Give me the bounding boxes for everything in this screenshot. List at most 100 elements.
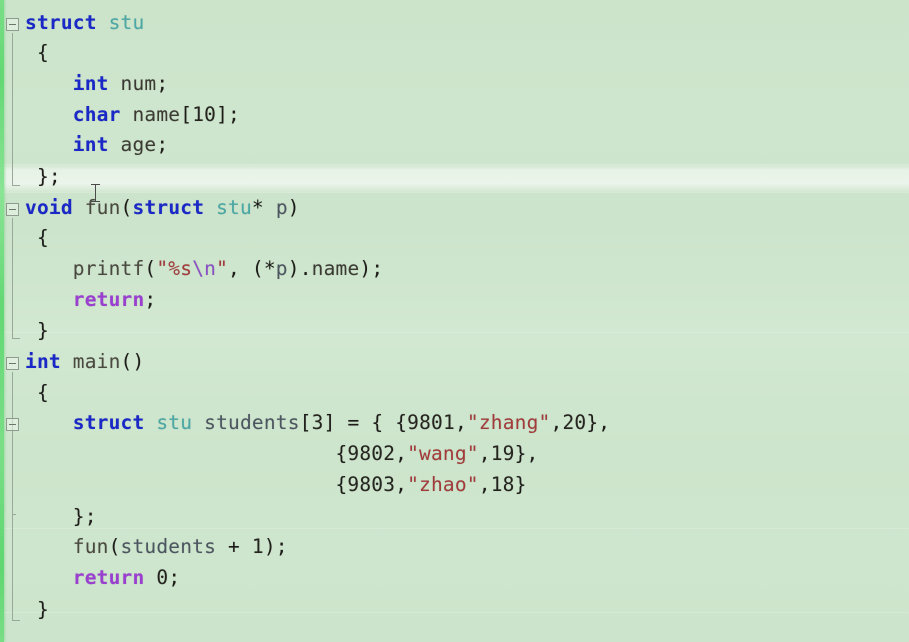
code-token: fun [84, 196, 121, 219]
code-token: 0 [156, 566, 169, 589]
code-line-20[interactable]: } [25, 599, 49, 621]
code-token: , [478, 473, 491, 496]
code-token: "%s [156, 257, 193, 280]
code-line-8[interactable]: { [25, 227, 49, 249]
code-token: stu [156, 411, 193, 434]
code-line-17[interactable]: }; [25, 506, 97, 528]
code-token: ); [263, 535, 288, 558]
code-token: 19 [490, 442, 515, 465]
code-token: }; [25, 165, 61, 188]
code-token: 3 [311, 411, 324, 434]
code-token: num [120, 72, 157, 95]
code-token: void [25, 196, 73, 219]
code-token: }, [586, 411, 611, 434]
code-token: ( [120, 196, 133, 219]
code-token: ) [287, 196, 300, 219]
code-token: ; [144, 288, 157, 311]
code-token: stu [216, 196, 252, 219]
code-text-area[interactable]: struct stu { int num; char name[10]; int… [0, 0, 909, 642]
code-token: } [25, 319, 49, 342]
code-token: ]; [216, 103, 240, 126]
code-token: , [478, 442, 491, 465]
code-line-18[interactable]: fun(students + 1); [25, 536, 288, 558]
code-token: ; [156, 72, 169, 95]
code-token: } [514, 473, 527, 496]
code-token: main [72, 350, 121, 373]
code-token: return [72, 288, 145, 311]
code-line-3[interactable]: int num; [25, 73, 168, 95]
code-token: students [120, 535, 217, 558]
code-line-5[interactable]: int age; [25, 134, 168, 156]
code-token: 18 [490, 473, 515, 496]
code-token: age [120, 133, 157, 156]
code-token: ( [108, 535, 121, 558]
code-line-11[interactable]: } [25, 320, 49, 342]
code-token: "wang" [407, 442, 479, 465]
code-line-7[interactable]: void fun(struct stu* p) [25, 197, 300, 219]
code-line-15[interactable]: {9802,"wang",19}, [25, 443, 538, 465]
code-token: ); [359, 257, 384, 280]
code-token: , [550, 411, 563, 434]
code-token: "zhao" [407, 473, 479, 496]
code-token: , (* [228, 257, 276, 280]
code-token: int [25, 350, 61, 373]
code-line-1[interactable]: struct stu [25, 12, 144, 34]
code-token: struct [72, 411, 145, 434]
code-line-13[interactable]: { [25, 382, 49, 404]
code-token: 10 [192, 103, 217, 126]
code-token: { [25, 226, 49, 249]
code-editor-window: struct stu { int num; char name[10]; int… [0, 0, 909, 642]
code-token: * [251, 196, 276, 219]
code-token: { [25, 442, 348, 465]
code-token: \n [192, 257, 217, 280]
code-token: } [25, 598, 49, 621]
code-token: { [25, 381, 49, 404]
code-token: , [454, 411, 467, 434]
code-line-12[interactable]: int main() [25, 351, 144, 373]
code-token: ] = { { [323, 411, 408, 434]
code-token: 9803 [347, 473, 396, 496]
code-token: name [132, 103, 181, 126]
code-token: { [25, 41, 49, 64]
code-token: 9802 [347, 442, 396, 465]
code-token: [ [299, 411, 312, 434]
code-line-14[interactable]: struct stu students[3] = { {9801,"zhang"… [25, 412, 610, 434]
code-token: struct [25, 11, 97, 34]
code-token: ( [144, 257, 157, 280]
code-token: ). [287, 257, 312, 280]
code-line-10[interactable]: return; [25, 289, 156, 311]
code-token: }; [25, 505, 97, 528]
code-token: [ [180, 103, 193, 126]
code-token: students [204, 411, 300, 434]
code-token: "zhang" [466, 411, 551, 434]
code-line-2[interactable]: { [25, 42, 49, 64]
code-token: p [275, 196, 288, 219]
code-token: int [72, 72, 109, 95]
code-token: struct [132, 196, 205, 219]
code-line-16[interactable]: {9803,"zhao",18} [25, 474, 527, 496]
code-token: 9801 [407, 411, 455, 434]
code-line-4[interactable]: char name[10]; [25, 104, 240, 126]
code-token: 1 [251, 535, 264, 558]
code-line-19[interactable]: return 0; [25, 567, 180, 589]
code-token: ; [168, 566, 181, 589]
code-token: , [395, 473, 408, 496]
code-line-6[interactable]: }; [25, 166, 61, 188]
code-token: { [25, 473, 348, 496]
code-token: char [72, 103, 121, 126]
code-line-9[interactable]: printf("%s\n", (*p).name); [25, 258, 383, 280]
code-token: return [72, 566, 145, 589]
